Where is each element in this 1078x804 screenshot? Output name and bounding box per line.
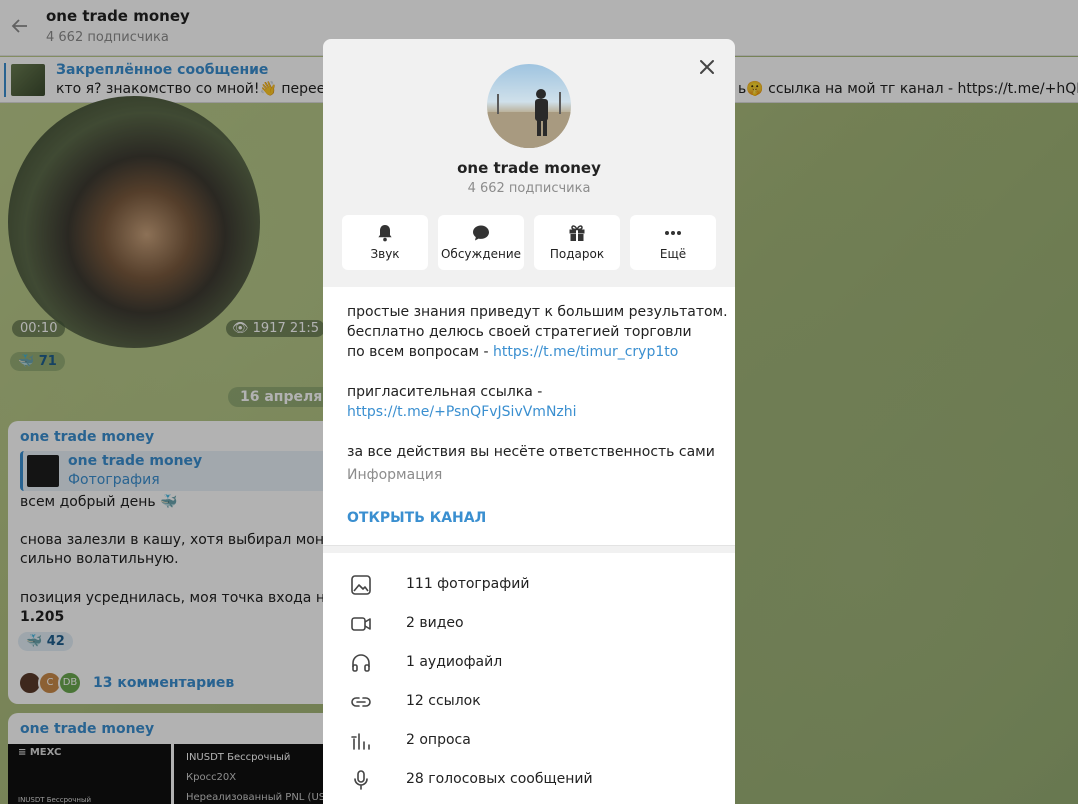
sound-button[interactable]: Звук — [342, 215, 428, 270]
bell-icon — [378, 225, 392, 242]
media-label: 12 ссылок — [406, 693, 481, 709]
description-line: бесплатно делюсь своей стратегией торгов… — [347, 324, 692, 340]
media-label: 111 фотографий — [406, 576, 530, 592]
channel-avatar[interactable] — [487, 64, 571, 148]
open-channel-button[interactable]: ОТКРЫТЬ КАНАЛ — [347, 510, 486, 526]
shared-media-list: 111 фотографий 2 видео 1 аудиофайл 12 сс… — [323, 553, 735, 804]
media-row-audio[interactable]: 1 аудиофайл — [323, 643, 735, 682]
channel-name: one trade money — [457, 159, 601, 177]
action-label: Подарок — [549, 247, 605, 261]
action-buttons: Звук Обсуждение Подарок Ещё — [342, 215, 716, 270]
microphone-icon — [354, 770, 368, 790]
discussion-button[interactable]: Обсуждение — [438, 215, 524, 270]
photo-icon — [351, 575, 371, 595]
chat-bubble-icon — [473, 225, 489, 241]
media-label: 1 аудиофайл — [406, 654, 503, 670]
action-label: Обсуждение — [440, 247, 522, 261]
close-icon[interactable] — [695, 55, 719, 79]
subscriber-count: 4 662 подписчика — [467, 181, 591, 196]
action-label: Ещё — [659, 247, 687, 261]
gift-icon — [569, 225, 585, 241]
section-divider — [323, 545, 735, 553]
media-row-polls[interactable]: 2 опроса — [323, 721, 735, 760]
channel-description: простые знания приведут к большим резуль… — [323, 287, 735, 545]
description-line: простые знания приведут к большим резуль… — [347, 304, 728, 320]
poll-icon — [351, 733, 370, 750]
channel-info-modal: one trade money 4 662 подписчика Звук Об… — [323, 39, 735, 804]
headphones-icon — [352, 654, 370, 672]
media-row-photos[interactable]: 111 фотографий — [323, 565, 735, 604]
media-row-links[interactable]: 12 ссылок — [323, 682, 735, 721]
invite-link[interactable]: https://t.me/+PsnQFvJSivVmNzhi — [347, 404, 577, 420]
description-line: по всем вопросам - https://t.me/timur_cr… — [347, 344, 678, 360]
contact-link[interactable]: https://t.me/timur_cryp1to — [493, 344, 678, 360]
video-icon — [351, 617, 371, 631]
info-label: Информация — [347, 467, 443, 483]
gift-button[interactable]: Подарок — [534, 215, 620, 270]
media-row-voice[interactable]: 28 голосовых сообщений — [323, 760, 735, 799]
description-line: за все действия вы несёте ответственност… — [347, 444, 715, 460]
action-label: Звук — [370, 247, 400, 261]
media-label: 28 голосовых сообщений — [406, 771, 593, 787]
media-label: 2 опроса — [406, 732, 471, 748]
media-label: 2 видео — [406, 615, 464, 631]
description-line: пригласительная ссылка - — [347, 384, 543, 400]
more-button[interactable]: Ещё — [630, 215, 716, 270]
more-dots-icon — [665, 231, 681, 235]
link-icon — [351, 697, 371, 707]
media-row-videos[interactable]: 2 видео — [323, 604, 735, 643]
description-text: по всем вопросам - — [347, 344, 493, 360]
